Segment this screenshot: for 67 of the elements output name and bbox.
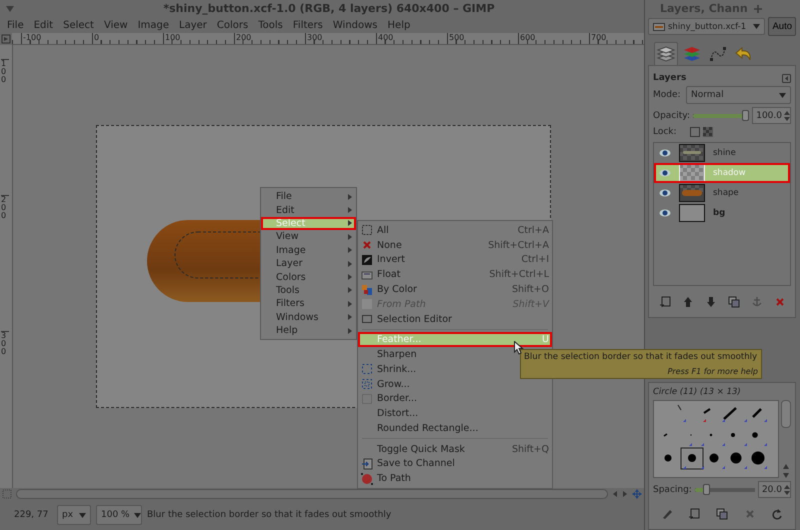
spacing-spinbox[interactable]: 20.0 — [758, 481, 791, 498]
zoom-dropdown[interactable]: 100 % — [96, 505, 142, 525]
unit-dropdown[interactable]: px — [57, 505, 91, 525]
menu-item[interactable]: Colors — [261, 270, 356, 284]
ruler-label: 400 — [376, 33, 394, 42]
menu-item[interactable]: None Shift+Ctrl+A — [358, 238, 552, 253]
mode-label: Mode: — [653, 90, 682, 100]
brush-name: Circle (11) (13 × 13) — [653, 387, 741, 397]
menu-item[interactable]: Image — [261, 244, 356, 257]
menu-item[interactable]: Filters — [261, 297, 356, 311]
menu-item[interactable]: Help — [261, 324, 356, 338]
spacing-label: Spacing: — [653, 484, 692, 494]
menu-item[interactable]: Windows — [261, 310, 356, 324]
menu-item[interactable]: Layer — [174, 20, 212, 30]
menu-item[interactable]: All Ctrl+A — [358, 223, 552, 238]
mode-dropdown[interactable]: Normal — [686, 86, 791, 104]
menu-item[interactable]: View — [261, 230, 356, 244]
menu-item[interactable]: Edit — [261, 203, 356, 217]
menu-item[interactable]: Grow... — [358, 376, 552, 392]
lock-label: Lock: — [653, 127, 678, 137]
menu-item[interactable]: Layer — [261, 256, 356, 270]
ruler-label: 100 — [163, 33, 180, 42]
layer-row[interactable]: bg — [654, 203, 790, 223]
menu-item[interactable]: Invert Ctrl+I — [358, 252, 552, 268]
menu-item[interactable]: Selection Editor — [358, 312, 552, 327]
ruler-label: 300 — [1, 331, 9, 356]
panel-heading: Layers — [653, 73, 686, 83]
menu-item[interactable]: Rounded Rectangle... — [358, 421, 552, 436]
menu-item[interactable]: Border... — [358, 392, 552, 406]
menu-item[interactable]: To Path — [358, 471, 552, 486]
ruler-label: 600 — [518, 33, 536, 42]
status-message: Blur the selection border so that it fades out smoothly — [147, 510, 392, 520]
menu-item[interactable]: Edit — [28, 20, 58, 30]
ruler-label: 0 — [92, 33, 100, 42]
layer-row[interactable]: shape — [654, 183, 790, 203]
menu-item[interactable]: Tools — [261, 284, 356, 298]
menu-item[interactable]: Save to Channel — [358, 456, 552, 472]
pointer-coordinates: 229, 77 — [14, 510, 50, 520]
ruler-label: 200 — [234, 33, 252, 42]
menu-item[interactable]: Select — [58, 20, 99, 30]
tooltip-hint: Press F1 for more help — [666, 367, 758, 376]
menu-item[interactable]: Image — [132, 20, 174, 30]
menu-item[interactable]: Toggle Quick Mask Shift+Q — [358, 442, 552, 457]
menu-item[interactable]: By Color Shift+O — [358, 282, 552, 297]
window-title: *shiny_button.xcf-1.0 (RGB, 4 layers) 640x400 – GIMP — [162, 2, 496, 15]
menu-item[interactable]: Distort... — [358, 406, 552, 422]
menu-item[interactable]: File — [2, 20, 29, 30]
ruler-label: 200 — [1, 195, 9, 220]
menu-item[interactable]: Filters — [288, 20, 328, 30]
tooltip-text: Blur the selection border so that it fades out smoothly — [524, 352, 758, 362]
menu-item[interactable]: File — [261, 190, 356, 204]
ruler-label: 100 — [1, 59, 9, 84]
ruler-label: -100 — [21, 33, 42, 42]
menu-item[interactable]: Help — [382, 20, 416, 30]
menu-item[interactable]: Windows — [328, 20, 383, 30]
ruler-label: 300 — [305, 33, 322, 42]
layer-row[interactable]: shine — [654, 143, 790, 163]
image-dropdown[interactable]: shiny_button.xcf-1 — [648, 18, 766, 35]
auto-button[interactable]: Auto — [768, 17, 796, 36]
ruler-label: 500 — [447, 33, 464, 42]
opacity-label: Opacity: — [653, 110, 690, 120]
menu-item[interactable]: Float Shift+Ctrl+L — [358, 267, 552, 282]
menu-item[interactable]: Tools — [253, 20, 288, 30]
ruler-label: 700 — [589, 33, 606, 42]
menu-item[interactable]: View — [98, 20, 133, 30]
menu-item[interactable]: Colors — [212, 20, 254, 30]
opacity-spinbox[interactable]: 100.0 — [752, 107, 791, 124]
